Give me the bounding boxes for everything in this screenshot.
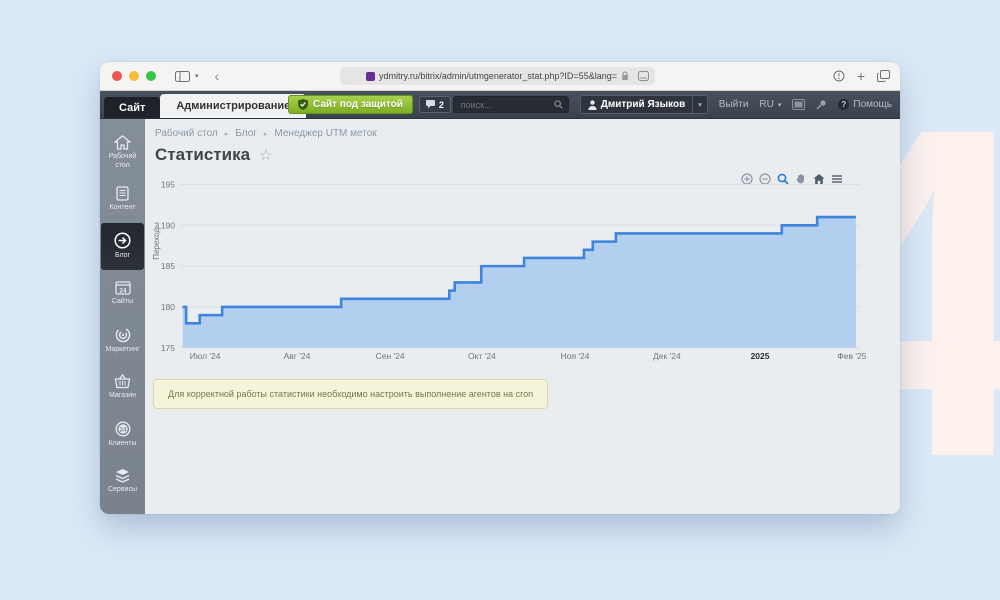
svg-text:24: 24	[119, 287, 127, 294]
shield-icon	[298, 99, 308, 110]
breadcrumb-blog[interactable]: Блог	[235, 128, 257, 139]
sidebar-item-shop[interactable]: Магазин	[100, 364, 145, 411]
new-tab-button[interactable]: +	[857, 68, 865, 84]
x-tick-label: Июл '24	[190, 351, 221, 361]
user-menu[interactable]: Дмитрий Языков ▾	[580, 95, 708, 114]
tab-administration[interactable]: Администрирование	[160, 94, 306, 118]
document-icon	[116, 186, 129, 201]
window-close-button[interactable]	[112, 71, 122, 81]
sidebar-item-desktop[interactable]: Рабочий стол	[100, 129, 145, 176]
main-content: Рабочий стол ▸ Блог ▸ Менеджер UTM меток…	[145, 119, 900, 514]
breadcrumb-separator-icon: ▸	[264, 130, 268, 138]
layers-icon	[114, 468, 131, 483]
breadcrumb: Рабочий стол ▸ Блог ▸ Менеджер UTM меток	[155, 128, 377, 139]
panel-toggle-icon[interactable]	[792, 99, 805, 110]
y-tick-label: 180	[161, 302, 175, 312]
home-icon	[114, 135, 131, 150]
svg-text:24: 24	[119, 427, 126, 433]
chevron-down-icon[interactable]: ▾	[195, 72, 199, 80]
sidebar-item-services[interactable]: Сервисы	[100, 458, 145, 505]
target-icon	[115, 327, 131, 343]
x-tick-label: Дек '24	[653, 351, 681, 361]
notifications-button[interactable]: 2	[419, 96, 451, 113]
basket-icon	[114, 374, 131, 389]
sidebar-item-marketing[interactable]: Маркетинг	[100, 317, 145, 364]
browser-toolbar: ▾ ‹ ydmitry.ru/bitrix/admin/utmgenerator…	[100, 62, 900, 91]
reader-icon[interactable]	[638, 71, 649, 81]
y-tick-label: 175	[161, 343, 175, 353]
window-zoom-button[interactable]	[146, 71, 156, 81]
admin-sidebar: Рабочий стол Контент Блог 24 Сайты	[100, 119, 145, 514]
admin-search[interactable]	[453, 96, 569, 113]
breadcrumb-desktop[interactable]: Рабочий стол	[155, 128, 218, 139]
y-tick-label: 195	[161, 179, 175, 189]
url-text: ydmitry.ru/bitrix/admin/utmgenerator_sta…	[379, 71, 617, 81]
message-bubble-icon	[426, 100, 435, 109]
back-button[interactable]: ‹	[215, 68, 220, 84]
clients-24-icon: 24	[115, 421, 131, 437]
site-protected-button[interactable]: Сайт под защитой	[288, 95, 413, 114]
logout-link[interactable]: Выйти	[719, 99, 749, 110]
notifications-count: 2	[439, 100, 444, 110]
sidebar-item-content[interactable]: Контент	[100, 176, 145, 223]
favorite-star-icon[interactable]: ☆	[259, 148, 272, 163]
help-button[interactable]: ? Помощь	[838, 99, 892, 110]
search-icon	[554, 100, 563, 109]
user-name: Дмитрий Языков	[601, 99, 686, 110]
x-tick-label: Ноя '24	[561, 351, 590, 361]
lock-icon	[621, 71, 629, 81]
language-selector[interactable]: RU ▾	[759, 99, 781, 110]
series-fill	[183, 217, 856, 348]
x-tick-label: 2025	[751, 351, 770, 361]
site-favicon	[366, 72, 375, 81]
y-tick-label: 190	[161, 220, 175, 230]
sidebar-item-blog[interactable]: Блог	[101, 223, 144, 270]
arrow-circle-icon	[114, 232, 131, 249]
privacy-info-icon[interactable]	[833, 70, 845, 82]
tab-overview-icon[interactable]	[877, 70, 890, 82]
y-tick-label: 185	[161, 261, 175, 271]
x-tick-label: Фев '25	[837, 351, 866, 361]
user-caret-icon[interactable]: ▾	[692, 96, 707, 113]
user-icon	[588, 100, 597, 110]
browser-window: ▾ ‹ ydmitry.ru/bitrix/admin/utmgenerator…	[100, 62, 900, 514]
breadcrumb-utm-manager: Менеджер UTM меток	[274, 128, 376, 139]
sidebar-item-sites[interactable]: 24 Сайты	[100, 270, 145, 317]
cron-notice: Для корректной работы статистики необход…	[153, 379, 548, 409]
sidebar-toggle-icon[interactable]	[175, 71, 190, 82]
admin-topbar: Сайт Администрирование Сайт под защитой …	[100, 91, 900, 119]
search-input[interactable]	[459, 99, 550, 111]
x-tick-label: Авг '24	[284, 351, 311, 361]
window-minimize-button[interactable]	[129, 71, 139, 81]
x-tick-label: Окт '24	[468, 351, 496, 361]
y-axis-title: Переходы	[152, 222, 161, 260]
pin-icon[interactable]	[816, 99, 827, 110]
breadcrumb-separator-icon: ▸	[225, 130, 229, 138]
tab-site[interactable]: Сайт	[104, 97, 160, 118]
page-title: Статистика	[155, 145, 250, 165]
browser-24-icon: 24	[115, 281, 131, 295]
sidebar-item-clients[interactable]: 24 Клиенты	[100, 411, 145, 458]
caret-down-icon: ▾	[778, 101, 782, 109]
x-tick-label: Сен '24	[376, 351, 405, 361]
statistics-step-chart[interactable]: 175 180 185 190 195 Переходы Июл '24 Авг '24 Сен…	[150, 169, 880, 371]
url-field[interactable]: ydmitry.ru/bitrix/admin/utmgenerator_sta…	[340, 67, 655, 85]
question-icon: ?	[838, 99, 849, 110]
